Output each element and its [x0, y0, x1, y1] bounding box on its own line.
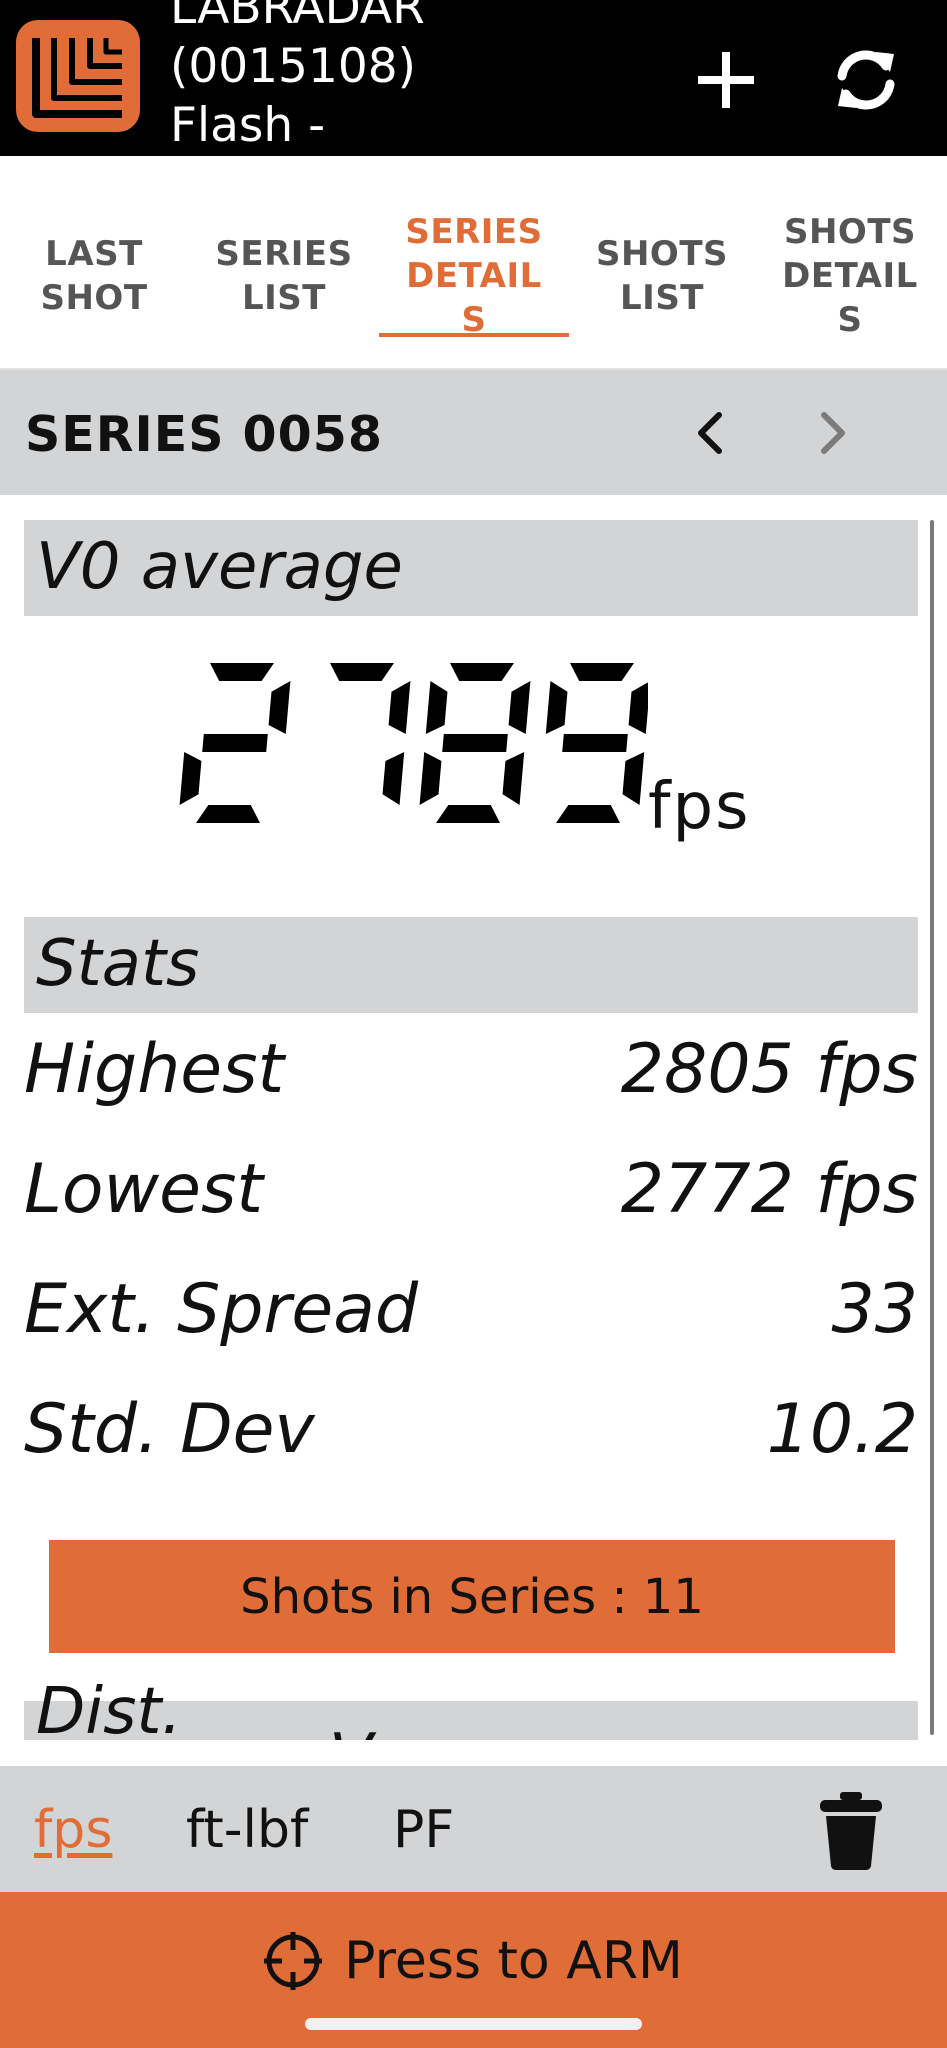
digit-segment [268, 681, 291, 734]
digit-segment [502, 752, 525, 805]
digit-segment [556, 805, 620, 823]
digit-segment [570, 663, 634, 681]
active-tab-indicator [379, 333, 569, 337]
tab-last-shot[interactable]: LAST SHOT [24, 196, 164, 356]
unit-ft-lbf-button[interactable]: ft-lbf [186, 1800, 308, 1860]
digit-segment [388, 681, 411, 734]
previous-series-button[interactable] [680, 398, 740, 468]
digit-segment [330, 663, 394, 681]
unit-pf-button[interactable]: PF [393, 1800, 454, 1860]
v0-section-header: V0 average [24, 520, 918, 616]
arm-label: Press to ARM [344, 1931, 683, 1991]
labradar-logo [16, 20, 140, 132]
digit-segment [436, 805, 500, 823]
stat-row-ext-spread: Ext. Spread 33 [24, 1270, 918, 1366]
tab-label: SERIES DETAIL S [405, 212, 543, 340]
digit-segment [545, 681, 568, 734]
digit-segment [179, 752, 202, 805]
series-details-content[interactable]: V0 average fps Stats Highest 2805 fps Lo… [0, 495, 947, 1740]
device-title: LABRADAR (0015108) Flash - Labradar 0015… [170, 0, 425, 153]
refresh-button[interactable] [826, 40, 906, 120]
arm-button[interactable]: Press to ARM [0, 1892, 947, 2048]
stat-row-highest: Highest 2805 fps [24, 1030, 918, 1126]
tab-label: SERIES LIST [215, 234, 353, 318]
tab-label: SHOTS LIST [595, 234, 729, 318]
app-header: LABRADAR (0015108) Flash - Labradar 0015… [0, 0, 947, 156]
digit-segment [628, 682, 648, 734]
series-title: SERIES 0058 [25, 406, 383, 463]
stat-row-lowest: Lowest 2772 fps [24, 1150, 918, 1246]
dist-section-header: Dist. V average [24, 1675, 918, 1740]
refresh-icon [837, 50, 895, 110]
trash-icon[interactable] [816, 1790, 886, 1872]
chevron-right-icon [821, 412, 845, 454]
digit-segment [622, 752, 645, 805]
stats-label: Stats [36, 927, 200, 1001]
shots-in-series-button[interactable]: Shots in Series : 11 [49, 1540, 895, 1653]
series-header: SERIES 0058 [0, 370, 947, 495]
digit-segment [419, 752, 442, 805]
stats-section-header: Stats [24, 917, 918, 1013]
tab-shots-details[interactable]: SHOTS DETAIL S [760, 196, 940, 356]
stat-label: Std. Dev [24, 1390, 315, 1469]
digit-segment [450, 663, 514, 681]
digit-segment [508, 681, 531, 734]
tab-bar: LAST SHOT SERIES LIST SERIES DETAIL S SH… [0, 156, 947, 370]
digit-segment [382, 752, 405, 805]
plus-icon [698, 52, 754, 108]
unit-fps-button[interactable]: fps [34, 1800, 112, 1860]
v0-value-display: fps [0, 655, 947, 855]
stat-label: Ext. Spread [24, 1270, 419, 1349]
stat-value: 2772 fps [620, 1150, 918, 1229]
crosshair-icon [264, 1932, 323, 1990]
digit-segment [562, 734, 628, 752]
arm-content: Press to ARM [0, 1926, 947, 1996]
digit-segment [210, 663, 274, 681]
units-bar: fps ft-lbf PF [0, 1766, 947, 1892]
tab-series-list[interactable]: SERIES LIST [200, 196, 368, 356]
dist-v-average-label: V average [329, 1721, 655, 1740]
tab-shots-list[interactable]: SHOTS LIST [582, 196, 742, 356]
stat-value: 10.2 [766, 1390, 918, 1469]
next-series-button[interactable] [803, 398, 863, 468]
home-indicator [305, 2018, 642, 2030]
tab-series-details[interactable]: SERIES DETAIL S [379, 196, 569, 356]
digit-segment [196, 805, 260, 823]
v0-label: V0 average [36, 530, 403, 604]
v0-unit: fps [648, 770, 751, 844]
digit-segment [425, 681, 448, 734]
tab-label: SHOTS DETAIL S [782, 212, 918, 340]
stat-label: Lowest [24, 1150, 264, 1229]
dist-label: Dist. [36, 1675, 182, 1740]
v0-average-value [179, 663, 648, 823]
add-button[interactable] [686, 40, 766, 120]
stat-row-std-dev: Std. Dev 10.2 [24, 1390, 918, 1486]
stat-value: 33 [831, 1270, 918, 1349]
digit-segment [442, 734, 508, 752]
stat-value: 2805 fps [620, 1030, 918, 1109]
tab-label: LAST SHOT [40, 234, 148, 318]
stat-label: Highest [24, 1030, 285, 1109]
chevron-left-icon [698, 412, 722, 454]
digit-segment [202, 734, 268, 752]
app-root: LABRADAR (0015108) Flash - Labradar 0015… [0, 0, 947, 2048]
